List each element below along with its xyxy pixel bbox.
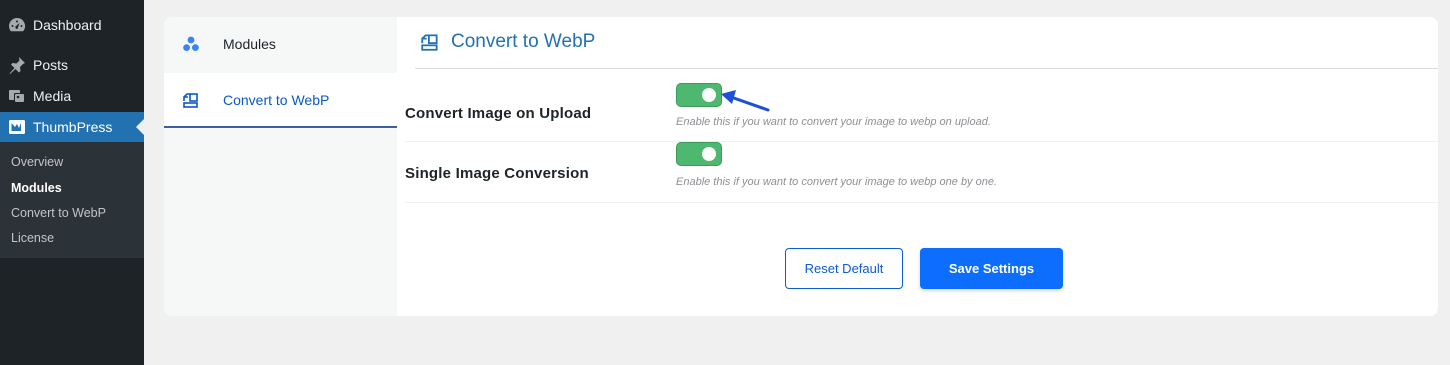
sidebar-item-posts[interactable]: Posts: [0, 50, 144, 80]
sidebar-item-dashboard[interactable]: Dashboard: [0, 10, 144, 40]
convert-on-upload-toggle[interactable]: [676, 83, 722, 107]
sidebar-item-label: Dashboard: [33, 17, 102, 33]
thumbpress-icon: [7, 117, 27, 137]
dashboard-icon: [7, 15, 27, 35]
settings-panel: Convert to WebP Convert Image on Upload …: [397, 17, 1438, 316]
sidebar-item-media[interactable]: Media: [0, 81, 144, 111]
submenu-item-license[interactable]: License: [11, 231, 54, 245]
pushpin-icon: [7, 55, 27, 75]
nav-item-modules[interactable]: Modules: [164, 23, 397, 65]
single-image-conversion-toggle[interactable]: [676, 142, 722, 166]
sidebar-item-thumbpress[interactable]: ThumbPress: [0, 112, 144, 142]
setting-description: Enable this if you want to convert your …: [676, 176, 998, 188]
active-indicator: [136, 119, 144, 135]
setting-convert-on-upload: Convert Image on Upload Enable this if y…: [405, 79, 1438, 142]
modules-icon: [180, 33, 202, 55]
nav-item-label: Modules: [223, 36, 276, 52]
toggle-knob: [702, 88, 716, 102]
section-title: Convert to WebP: [451, 31, 596, 52]
submenu-item-convert-to-webp[interactable]: Convert to WebP: [11, 206, 106, 220]
admin-sidebar: Dashboard Posts Media ThumbPress Overvie…: [0, 0, 144, 365]
save-settings-button[interactable]: Save Settings: [920, 248, 1063, 289]
section-header: Convert to WebP: [419, 31, 595, 53]
convert-icon: [180, 89, 202, 111]
reset-default-button[interactable]: Reset Default: [785, 248, 903, 289]
settings-card: Modules Convert to WebP Convert to WebP …: [164, 17, 1438, 316]
nav-item-convert-to-webp[interactable]: Convert to WebP: [164, 73, 397, 128]
submenu-item-modules[interactable]: Modules: [11, 181, 62, 195]
sidebar-item-label: ThumbPress: [33, 119, 113, 135]
sidebar-item-label: Media: [33, 88, 72, 104]
sidebar-item-label: Posts: [33, 57, 69, 73]
toggle-knob: [702, 147, 716, 161]
plugin-nav: Modules Convert to WebP: [164, 17, 397, 316]
annotation-arrow-icon: [721, 90, 770, 112]
nav-item-label: Convert to WebP: [223, 91, 330, 108]
convert-icon: [419, 31, 441, 53]
thumbpress-submenu: Overview Modules Convert to WebP License: [0, 142, 144, 258]
divider: [415, 68, 1438, 69]
setting-label: Convert Image on Upload: [405, 105, 592, 122]
setting-single-image-conversion: Single Image Conversion Enable this if y…: [405, 142, 1438, 203]
media-icon: [7, 86, 27, 106]
setting-label: Single Image Conversion: [405, 165, 589, 182]
setting-description: Enable this if you want to convert your …: [676, 116, 991, 128]
submenu-item-overview[interactable]: Overview: [11, 155, 63, 169]
